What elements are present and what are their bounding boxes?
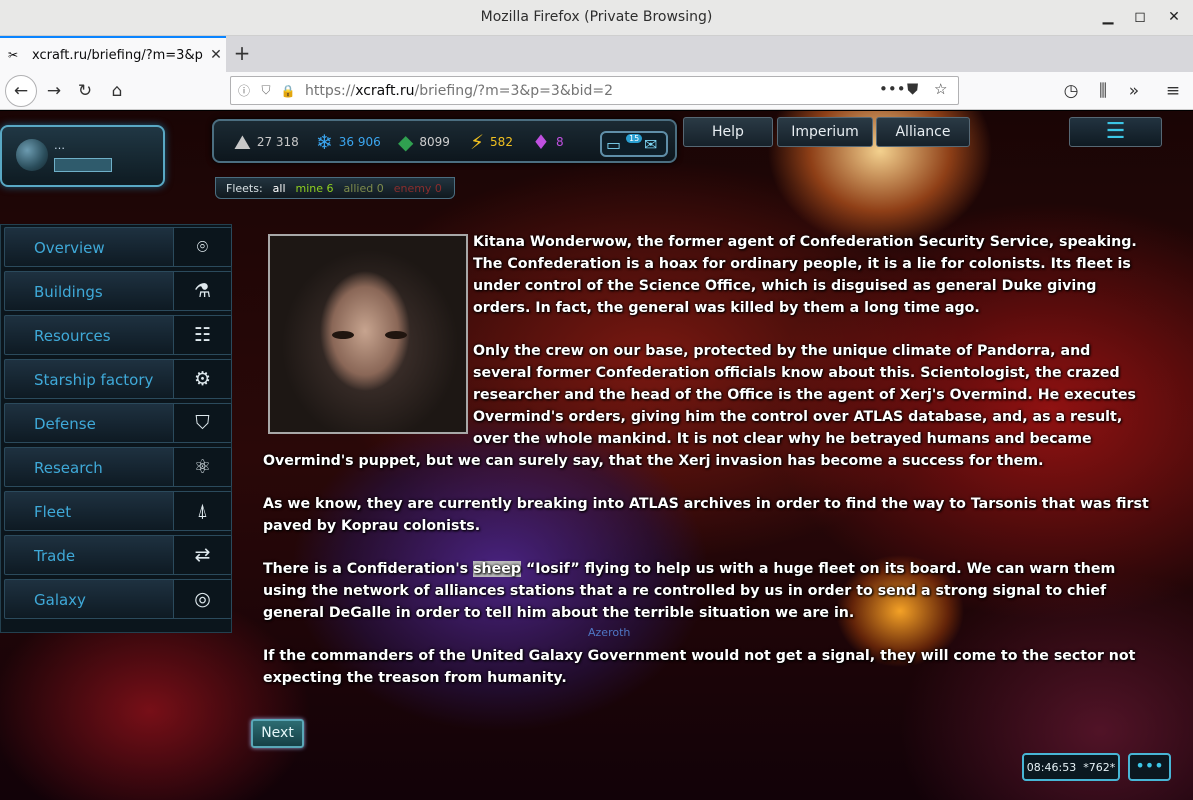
imperium-button[interactable]: Imperium <box>777 117 873 147</box>
close-window-icon[interactable]: ✕ <box>1165 8 1183 26</box>
crystal-icon: ❄ <box>316 130 333 154</box>
maximize-icon[interactable]: ◻ <box>1131 8 1149 26</box>
planet-selector[interactable]: … <box>0 125 165 187</box>
gear-icon: ⚙ <box>173 360 231 398</box>
tab-label: xcraft.ru/briefing/?m=3&p <box>32 47 203 63</box>
resource-credits: ♦ 8 <box>532 130 564 154</box>
page-actions-icon[interactable]: ••• <box>879 80 906 98</box>
fleets-mine[interactable]: mine 6 <box>296 182 334 195</box>
message-count-badge: 15 <box>626 134 643 143</box>
resource-metal: ⛰ 27 318 <box>234 130 299 154</box>
resource-bar: ⛰ 27 318 ❄ 36 906 ◆ 8099 ⚡ 582 ♦ 8 ▭ 15 ✉ <box>212 119 677 163</box>
planet-orbit-icon: ⌾ <box>173 228 231 266</box>
mail-icon[interactable]: ✉ <box>644 135 657 154</box>
window-title: Mozilla Firefox (Private Browsing) <box>480 9 713 25</box>
lock-icon[interactable]: 🔒 <box>279 84 297 98</box>
sidebar-item-label: Fleet <box>34 503 72 521</box>
resource-energy: ⚡ 582 <box>470 130 513 154</box>
url-text[interactable]: https://xcraft.ru/briefing/?m=3&p=3&bid=… <box>305 83 613 99</box>
sidebar-item-starship-factory[interactable]: Starship factory ⚙ <box>4 359 232 399</box>
game-area: … ⛰ 27 318 ❄ 36 906 ◆ 8099 ⚡ 582 ♦ 8 ▭ 15 ✉ F… <box>0 111 1193 800</box>
navigation-bar: ← → ↻ ⌂ ⓘ ⛉ 🔒 https://xcraft.ru/briefing… <box>0 72 1193 110</box>
sidebar-item-fleet[interactable]: Fleet ⍋ <box>4 491 232 531</box>
forward-button[interactable]: → <box>41 78 67 104</box>
galaxy-target-icon: ◎ <box>173 580 231 618</box>
fleets-bar: Fleets: all mine 6 allied 0 enemy 0 <box>215 177 455 199</box>
shield-icon: ⛉ <box>173 404 231 442</box>
server-clock: 08:46:53 *762* <box>1022 753 1120 781</box>
metal-icon: ⛰ <box>234 130 251 154</box>
microscope-icon: ⚛ <box>173 448 231 486</box>
deuterium-icon: ◆ <box>398 130 414 154</box>
next-button[interactable]: Next <box>251 719 304 748</box>
sidebar-item-buildings[interactable]: Buildings ⚗ <box>4 271 232 311</box>
alliance-button[interactable]: Alliance <box>876 117 970 147</box>
back-button[interactable]: ← <box>5 75 37 107</box>
sidebar-item-label: Research <box>34 459 103 477</box>
sidebar-menu: Overview ⌾ Buildings ⚗ Resources ☷ Stars… <box>0 224 232 633</box>
sidebar-item-label: Buildings <box>34 283 103 301</box>
rocket-icon: ⍋ <box>173 492 231 530</box>
pocket-icon[interactable]: ⛊ <box>907 80 918 98</box>
sidebar-item-trade[interactable]: Trade ⇄ <box>4 535 232 575</box>
sidebar-item-label: Starship factory <box>34 371 154 389</box>
resource-crystal: ❄ 36 906 <box>316 130 381 154</box>
minimize-icon[interactable]: ▁ <box>1099 8 1117 26</box>
chat-icon[interactable]: ▭ <box>606 135 621 154</box>
reload-button[interactable]: ↻ <box>72 78 98 104</box>
tab-xcraft[interactable]: ✂ xcraft.ru/briefing/?m=3&p ✕ <box>0 36 226 72</box>
tracking-shield-icon[interactable]: ⛉ <box>257 83 275 98</box>
messages-panel[interactable]: ▭ 15 ✉ <box>600 131 668 157</box>
planet-name: … <box>54 139 65 152</box>
fleets-enemy[interactable]: enemy 0 <box>394 182 442 195</box>
info-icon[interactable]: ⓘ <box>235 82 253 99</box>
fleets-all[interactable]: all <box>273 182 286 195</box>
bookmark-star-icon[interactable]: ☆ <box>934 80 947 98</box>
sidebar-item-resources[interactable]: Resources ☷ <box>4 315 232 355</box>
crane-icon: ⚗ <box>173 272 231 310</box>
history-icon[interactable]: ◷ <box>1058 78 1084 104</box>
sidebar-item-overview[interactable]: Overview ⌾ <box>4 227 232 267</box>
server-number: *762* <box>1083 760 1116 774</box>
close-tab-icon[interactable]: ✕ <box>206 47 226 63</box>
briefing-paragraph: There is a Confideration's sheep “Iosif”… <box>263 561 1116 621</box>
home-button[interactable]: ⌂ <box>104 78 130 104</box>
sidebar-item-defense[interactable]: Defense ⛉ <box>4 403 232 443</box>
sidebar-item-research[interactable]: Research ⚛ <box>4 447 232 487</box>
library-icon[interactable]: ⫼ <box>1090 78 1116 104</box>
clock-time: 08:46:53 <box>1026 760 1077 774</box>
game-menu-button[interactable]: ☰ <box>1069 117 1162 147</box>
tab-bar: ✂ xcraft.ru/briefing/?m=3&p ✕ + ∞ <box>0 36 1193 102</box>
window-titlebar: Mozilla Firefox (Private Browsing) ▁ ◻ ✕ <box>0 0 1193 36</box>
briefing-paragraph: As we know, they are currently breaking … <box>263 496 1149 534</box>
sidebar-item-label: Trade <box>34 547 76 565</box>
chat-button[interactable]: ••• <box>1128 753 1171 781</box>
exchange-arrows-icon: ⇄ <box>173 536 231 574</box>
new-tab-button[interactable]: + <box>231 43 253 65</box>
sidebar-item-label: Galaxy <box>34 591 86 609</box>
credits-gem-icon: ♦ <box>532 130 550 154</box>
fleets-allied[interactable]: allied 0 <box>344 182 384 195</box>
planet-coordinates <box>54 158 112 172</box>
sidebar-item-label: Defense <box>34 415 96 433</box>
briefing-paragraph: If the commanders of the United Galaxy G… <box>263 648 1136 686</box>
overflow-chevron-icon[interactable]: » <box>1121 78 1147 104</box>
help-button[interactable]: Help <box>683 117 773 147</box>
resource-deuterium: ◆ 8099 <box>398 130 450 154</box>
url-bar[interactable]: ⓘ ⛉ 🔒 https://xcraft.ru/briefing/?m=3&p=… <box>230 76 959 105</box>
briefing-text: Kitana Wonderwow, the former agent of Co… <box>263 231 1153 710</box>
sidebar-item-galaxy[interactable]: Galaxy ◎ <box>4 579 232 619</box>
planet-icon <box>16 139 48 171</box>
fleets-label: Fleets: <box>226 181 263 195</box>
highlighted-word: sheep <box>473 561 522 577</box>
resources-stack-icon: ☷ <box>173 316 231 354</box>
hamburger-menu-icon[interactable]: ≡ <box>1160 78 1186 104</box>
energy-icon: ⚡ <box>470 130 485 154</box>
xcraft-favicon-icon: ✂ <box>8 48 19 62</box>
sidebar-item-label: Overview <box>34 239 105 257</box>
sidebar-item-label: Resources <box>34 327 111 345</box>
